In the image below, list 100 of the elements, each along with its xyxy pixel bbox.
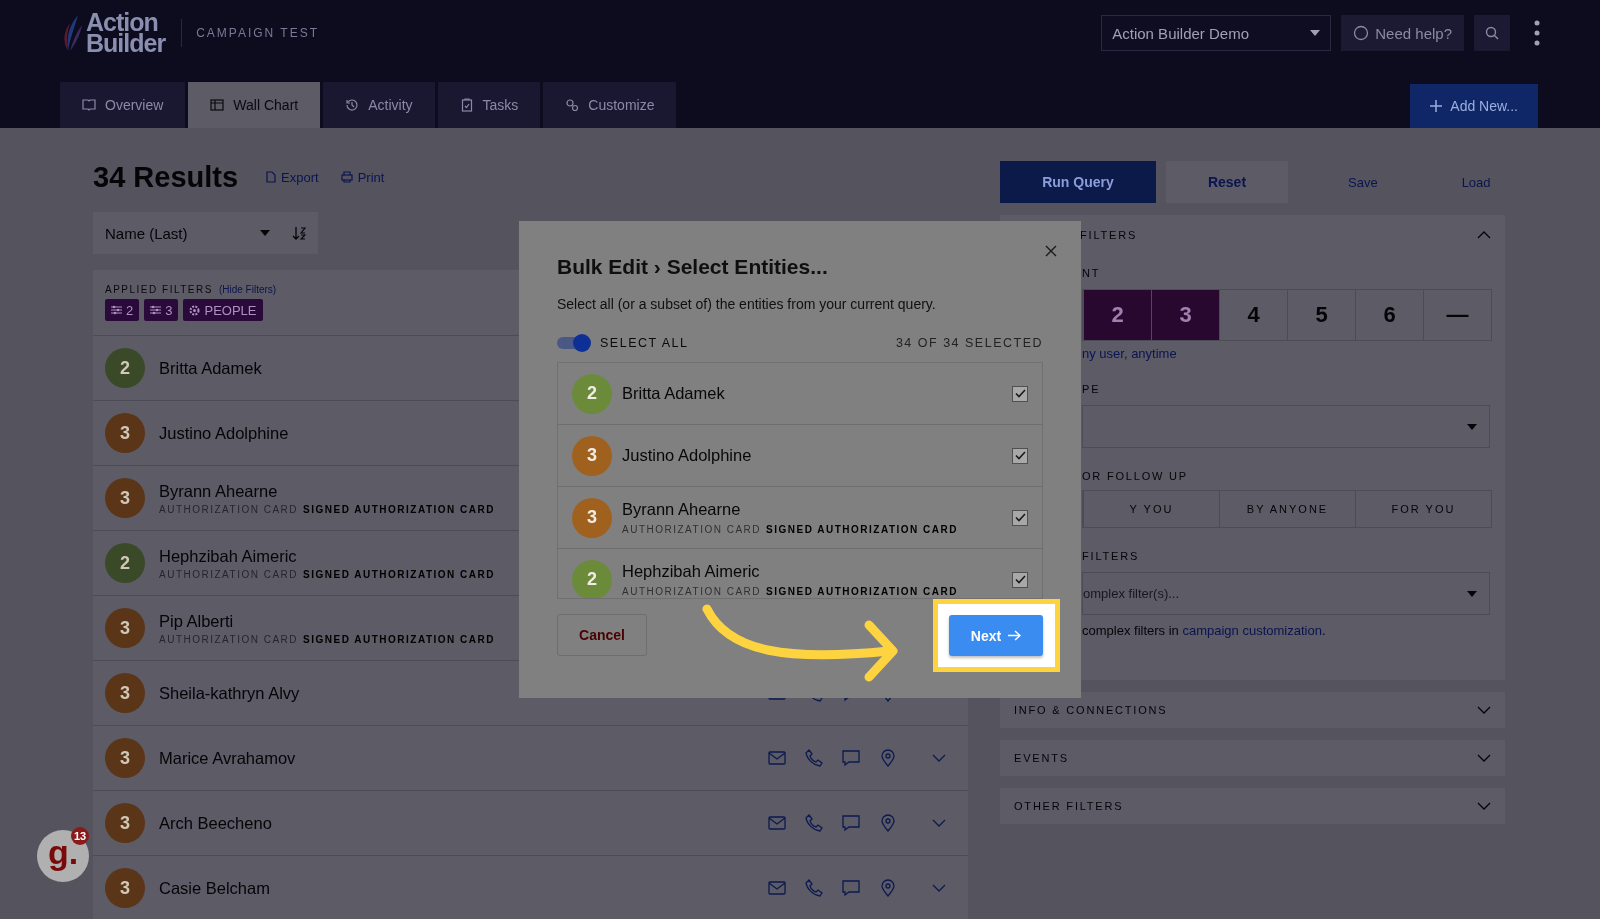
chevron-down-icon[interactable]	[1477, 754, 1491, 762]
checkbox[interactable]	[1012, 385, 1028, 402]
caret-icon	[260, 230, 270, 236]
chevron-down-icon[interactable]	[1477, 706, 1491, 714]
rating-circle: 2	[572, 373, 612, 414]
help-text: complex filters in campaign customization.	[1082, 623, 1327, 638]
logo-text: Action	[86, 12, 158, 33]
printer-icon	[340, 171, 353, 183]
filter-section-header[interactable]: INFO & CONNECTIONS	[1000, 692, 1505, 728]
mail-icon[interactable]	[768, 749, 786, 767]
nav-tab[interactable]: Tasks	[437, 82, 541, 128]
filter-chip[interactable]: PEOPLE	[183, 299, 263, 321]
check-icon	[1014, 389, 1026, 398]
section-title: FILTERS	[1080, 229, 1137, 241]
help-button[interactable]: Need help?	[1341, 15, 1464, 51]
map-pin-icon[interactable]	[879, 879, 897, 897]
nav-tab[interactable]: Wall Chart	[188, 82, 321, 128]
rating-circle: 3	[105, 738, 145, 778]
entity-tag: SIGNED AUTHORIZATION CARD	[766, 524, 958, 535]
notification-badge: 13	[71, 827, 89, 845]
load-link[interactable]: Load	[1461, 174, 1491, 190]
phone-icon[interactable]	[805, 879, 823, 897]
chevron-up-icon[interactable]	[1477, 231, 1491, 239]
caret-icon	[1467, 423, 1477, 430]
hide-filters-link[interactable]: (Hide Filters)	[218, 284, 277, 295]
rating-option[interactable]: 2	[1083, 290, 1151, 340]
chevron-down-icon[interactable]	[1477, 802, 1491, 810]
map-pin-icon[interactable]	[879, 749, 897, 767]
person-name[interactable]: Byrann Ahearne	[159, 481, 278, 501]
app-logo[interactable]: Action Builder	[60, 12, 166, 54]
export-link[interactable]: Export	[266, 169, 319, 185]
next-button[interactable]: Next	[949, 615, 1043, 656]
map-pin-icon[interactable]	[879, 814, 897, 832]
person-tag: SIGNED AUTHORIZATION CARD	[303, 503, 495, 515]
checkbox[interactable]	[1012, 447, 1028, 464]
chevron-down-icon[interactable]	[932, 884, 946, 892]
check-icon	[1014, 513, 1026, 522]
customization-link[interactable]: campaign customization	[1182, 623, 1322, 638]
rating-circle: 3	[572, 435, 612, 476]
book-icon	[82, 98, 96, 112]
follow-up-option[interactable]: FOR YOU	[1355, 491, 1491, 527]
sort-select[interactable]: Name (Last)	[93, 212, 318, 254]
nav-tab[interactable]: Customize	[543, 82, 677, 128]
more-icon[interactable]	[1534, 20, 1540, 46]
print-link[interactable]: Print	[340, 169, 385, 185]
document-icon	[266, 171, 277, 183]
sort-icon[interactable]	[292, 226, 306, 240]
rating-circle: 3	[105, 868, 145, 908]
nav-tab[interactable]: Overview	[60, 82, 186, 128]
chevron-down-icon[interactable]	[932, 819, 946, 827]
checkbox[interactable]	[1012, 571, 1028, 588]
account-select[interactable]: Action Builder Demo	[1101, 15, 1332, 51]
rating-circle: 3	[105, 673, 145, 713]
rating-option[interactable]: 3	[1151, 290, 1219, 340]
person-name[interactable]: Arch Beecheno	[159, 813, 272, 833]
save-link[interactable]: Save	[1348, 174, 1378, 190]
selection-count: 34 OF 34 SELECTED	[895, 336, 1043, 350]
nav-tab[interactable]: Activity	[323, 82, 435, 128]
mail-icon[interactable]	[768, 814, 786, 832]
mail-icon[interactable]	[768, 879, 786, 897]
person-name[interactable]: Casie Belcham	[159, 878, 270, 898]
person-name[interactable]: Sheila-kathryn Alvy	[159, 683, 300, 703]
field-label: NT	[1082, 267, 1102, 279]
person-name[interactable]: Marice Avrahamov	[159, 748, 296, 768]
filter-chip[interactable]: 3	[144, 299, 179, 321]
phone-icon[interactable]	[805, 749, 823, 767]
run-query-button[interactable]: Run Query	[1000, 161, 1156, 203]
rating-scope-link[interactable]: ny user, anytime	[1082, 346, 1491, 361]
complex-filter-select[interactable]: omplex filter(s)...	[1082, 572, 1490, 615]
cancel-button[interactable]: Cancel	[557, 614, 647, 656]
toggle-switch[interactable]	[557, 334, 591, 352]
entity-name: Justino Adolphine	[622, 446, 752, 465]
type-select[interactable]	[1082, 405, 1490, 448]
filter-chip[interactable]: 2	[105, 299, 140, 321]
filter-section-header[interactable]: OTHER FILTERS	[1000, 788, 1505, 824]
close-icon[interactable]	[1045, 245, 1057, 257]
select-all-label: SELECT ALL	[600, 336, 689, 350]
person-name[interactable]: Justino Adolphine	[159, 423, 289, 443]
rating-circle: 2	[572, 559, 612, 598]
rating-circle: 3	[105, 413, 145, 453]
sliders-icon	[150, 305, 162, 315]
add-new-button[interactable]: Add New...	[1410, 84, 1538, 128]
filter-section-header[interactable]: EVENTS	[1000, 740, 1505, 776]
follow-up-option[interactable]: Y YOU	[1083, 491, 1219, 527]
search-button[interactable]	[1474, 15, 1510, 51]
checkbox[interactable]	[1012, 509, 1028, 526]
filters-label: APPLIED FILTERS	[105, 284, 213, 295]
person-name[interactable]: Pip Alberti	[159, 611, 234, 631]
person-name[interactable]: Britta Adamek	[159, 358, 262, 378]
field-label: PE	[1082, 383, 1102, 395]
campaign-name: CAMPAIGN TEST	[181, 19, 320, 47]
person-name[interactable]: Hephzibah Aimeric	[159, 546, 297, 566]
rating-circle: 2	[105, 348, 145, 388]
person-tag: SIGNED AUTHORIZATION CARD	[303, 633, 495, 645]
follow-up-option[interactable]: BY ANYONE	[1219, 491, 1355, 527]
phone-icon[interactable]	[805, 814, 823, 832]
reset-button[interactable]: Reset	[1166, 161, 1288, 203]
entity-tag: AUTHORIZATION CARD	[622, 524, 762, 535]
history-icon	[345, 98, 360, 112]
chevron-down-icon[interactable]	[932, 754, 946, 762]
